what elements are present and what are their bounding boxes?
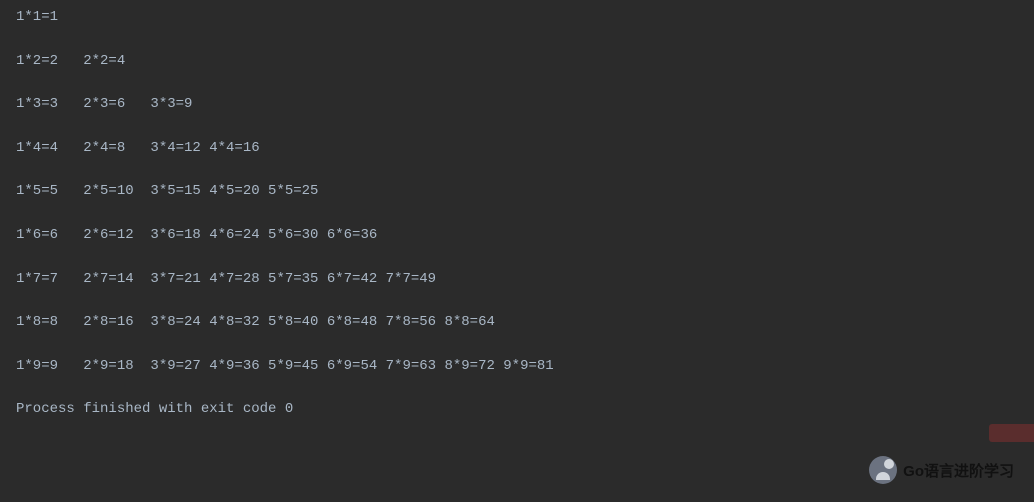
output-row: 1*5=5 2*5=10 3*5=15 4*5=20 5*5=25	[16, 182, 1018, 202]
process-status: Process finished with exit code 0	[16, 400, 1018, 420]
wechat-icon	[869, 456, 897, 484]
output-row: 1*7=7 2*7=14 3*7=21 4*7=28 5*7=35 6*7=42…	[16, 270, 1018, 290]
output-row: 1*2=2 2*2=4	[16, 52, 1018, 72]
output-row: 1*8=8 2*8=16 3*8=24 4*8=32 5*8=40 6*8=48…	[16, 313, 1018, 333]
overlay-badge	[989, 424, 1034, 442]
console-output: 1*1=1 1*2=2 2*2=4 1*3=3 2*3=6 3*3=9 1*4=…	[16, 8, 1018, 420]
output-row: 1*3=3 2*3=6 3*3=9	[16, 95, 1018, 115]
output-row: 1*4=4 2*4=8 3*4=12 4*4=16	[16, 139, 1018, 159]
output-row: 1*9=9 2*9=18 3*9=27 4*9=36 5*9=45 6*9=54…	[16, 357, 1018, 377]
output-row: 1*1=1	[16, 8, 1018, 28]
output-row: 1*6=6 2*6=12 3*6=18 4*6=24 5*6=30 6*6=36	[16, 226, 1018, 246]
watermark-text: Go语言进阶学习	[903, 460, 1014, 481]
watermark: Go语言进阶学习	[869, 456, 1014, 484]
